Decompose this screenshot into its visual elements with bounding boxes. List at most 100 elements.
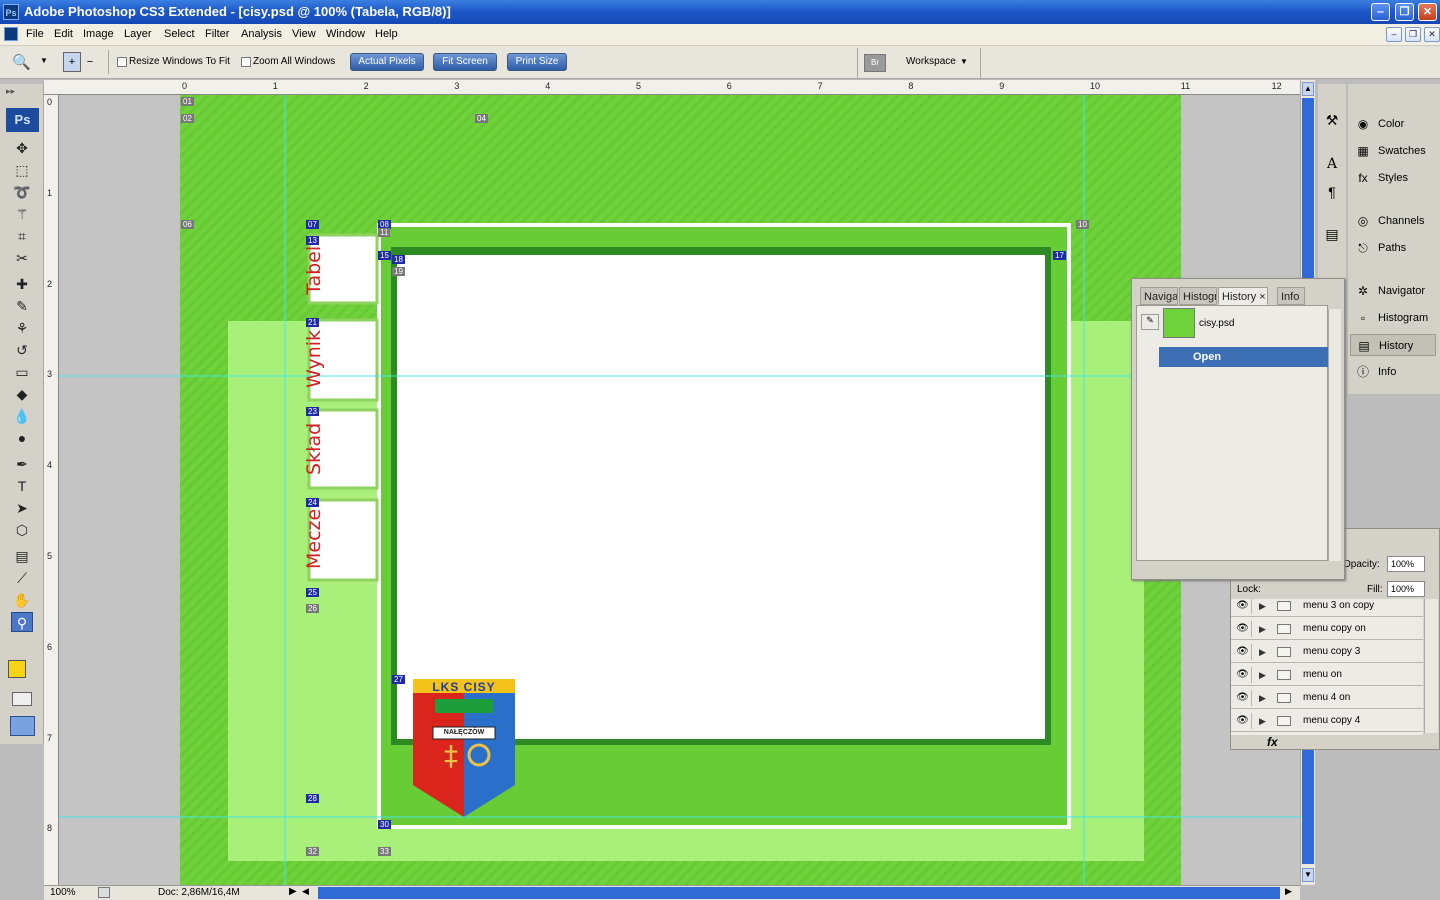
quick-mask-icon[interactable] [12, 692, 32, 706]
move-tool-icon[interactable]: ✥ [11, 138, 33, 158]
expand-triangle-icon[interactable]: ▶ [1259, 599, 1266, 617]
workspace-dropdown-icon[interactable]: ▼ [960, 57, 968, 66]
foreground-color-swatch[interactable] [8, 660, 26, 678]
tool-presets-icon[interactable]: ⚒ [1322, 112, 1342, 132]
tool-preset-dropdown-icon[interactable]: ▼ [40, 56, 48, 65]
doc-close-button[interactable]: ✕ [1424, 27, 1440, 42]
bridge-icon[interactable]: Br [864, 54, 886, 72]
dock-history[interactable]: ▤ History [1350, 334, 1436, 356]
menu-file[interactable]: File [26, 28, 44, 40]
snapshot-thumbnail[interactable] [1163, 308, 1195, 338]
restore-button[interactable]: ❐ [1395, 3, 1414, 21]
scroll-left-icon[interactable]: ◀ [302, 886, 314, 899]
dodge-tool-icon[interactable]: ● [11, 428, 33, 448]
print-size-button[interactable]: Print Size [507, 53, 567, 71]
minimize-button[interactable]: ‒ [1371, 3, 1390, 21]
character-icon[interactable]: A [1322, 156, 1342, 176]
dock-swatches[interactable]: ▦ Swatches [1350, 140, 1436, 162]
dock-channels[interactable]: ◎ Channels [1350, 210, 1436, 232]
zoom-tool-icon[interactable]: 🔍 [12, 53, 32, 71]
menu-view[interactable]: View [292, 28, 316, 40]
history-list[interactable]: ✎ cisy.psd Open [1136, 305, 1329, 561]
menu-select[interactable]: Select [164, 28, 195, 40]
layer-comps-icon[interactable]: ▤ [1322, 226, 1342, 246]
paragraph-icon[interactable]: ¶ [1322, 184, 1342, 204]
eye-icon[interactable]: 👁 [1234, 644, 1252, 660]
menu-window[interactable]: Window [326, 28, 365, 40]
menu-filter[interactable]: Filter [205, 28, 229, 40]
clone-stamp-tool-icon[interactable]: ⚘ [11, 318, 33, 338]
paint-bucket-tool-icon[interactable]: ◆ [11, 384, 33, 404]
close-button[interactable]: ✕ [1418, 3, 1437, 21]
tab-info[interactable]: Info [1277, 287, 1305, 305]
scroll-up-icon[interactable]: ▲ [1302, 82, 1314, 96]
workspace-menu[interactable]: Workspace [906, 56, 956, 67]
layer-row[interactable]: 👁 ▶ menu copy on [1231, 618, 1423, 640]
dock-styles[interactable]: fx Styles [1350, 167, 1436, 189]
brush-tool-icon[interactable]: ✎ [11, 296, 33, 316]
slice-tool-icon[interactable]: ✂ [11, 248, 33, 268]
fill-field[interactable]: 100% [1387, 581, 1425, 597]
history-scrollbar[interactable] [1328, 309, 1341, 561]
blur-tool-icon[interactable]: 💧 [11, 406, 33, 426]
menu-image[interactable]: Image [83, 28, 114, 40]
dock-paths[interactable]: ⎋ Paths [1350, 237, 1436, 259]
crop-tool-icon[interactable]: ⌗ [11, 226, 33, 246]
eraser-tool-icon[interactable]: ▭ [11, 362, 33, 382]
eye-icon[interactable]: 👁 [1234, 667, 1252, 683]
tab-histogram[interactable]: Histogr [1179, 287, 1217, 305]
ps-badge[interactable]: Ps [6, 108, 39, 132]
menu-layer[interactable]: Layer [124, 28, 152, 40]
doc-restore-button[interactable]: ❐ [1405, 27, 1421, 42]
horizontal-scroll-thumb[interactable] [318, 887, 1280, 899]
tab-navigator[interactable]: Naviga [1140, 287, 1178, 305]
scroll-down-icon[interactable]: ▼ [1302, 868, 1314, 882]
expand-triangle-icon[interactable]: ▶ [1259, 641, 1266, 663]
expand-triangle-icon[interactable]: ▶ [1259, 664, 1266, 686]
layer-row[interactable]: 👁 ▶ menu copy 4 [1231, 710, 1423, 732]
snapshot-brush-icon[interactable]: ✎ [1141, 314, 1159, 330]
dock-navigator[interactable]: ✲ Navigator [1350, 280, 1436, 302]
status-preview-icon[interactable] [98, 887, 110, 898]
doc-icon[interactable] [4, 27, 18, 41]
eye-icon[interactable]: 👁 [1234, 599, 1252, 614]
eyedropper-tool-icon[interactable]: ⟋ [11, 568, 33, 588]
menu-analysis[interactable]: Analysis [241, 28, 282, 40]
layer-row[interactable]: 👁 ▶ menu copy 3 [1231, 641, 1423, 663]
layer-list[interactable]: 👁 ▶ menu 3 on copy 👁 ▶ menu copy on 👁 ▶ menu cop… [1231, 599, 1423, 735]
shape-tool-icon[interactable]: ⬡ [11, 520, 33, 540]
menu-help[interactable]: Help [375, 28, 398, 40]
zoom-tool-icon[interactable]: ⚲ [11, 612, 33, 632]
expand-triangle-icon[interactable]: ▶ [1259, 687, 1266, 709]
document-canvas[interactable]: ‡ [59, 95, 1300, 885]
layer-row[interactable]: 👁 ▶ menu on [1231, 664, 1423, 686]
path-select-tool-icon[interactable]: ➤ [11, 498, 33, 518]
pen-tool-icon[interactable]: ✒ [11, 454, 33, 474]
eye-icon[interactable]: 👁 [1234, 690, 1252, 706]
notes-tool-icon[interactable]: ▤ [11, 546, 33, 566]
fit-screen-button[interactable]: Fit Screen [433, 53, 497, 71]
dock-histogram[interactable]: ▫ Histogram [1350, 307, 1436, 329]
actual-pixels-button[interactable]: Actual Pixels [350, 53, 424, 71]
type-tool-icon[interactable]: T [11, 476, 33, 496]
magic-wand-tool-icon[interactable]: ⚚ [11, 204, 33, 224]
menu-edit[interactable]: Edit [54, 28, 73, 40]
eye-icon[interactable]: 👁 [1234, 713, 1252, 729]
resize-windows-checkbox[interactable] [117, 57, 127, 67]
zoom-in-icon[interactable]: + [63, 52, 81, 72]
expand-triangle-icon[interactable]: ▶ [1259, 710, 1266, 732]
screen-mode-icon[interactable] [10, 716, 35, 736]
history-brush-tool-icon[interactable]: ↺ [11, 340, 33, 360]
eye-icon[interactable]: 👁 [1234, 621, 1252, 637]
opacity-field[interactable]: 100% [1387, 556, 1425, 572]
layer-row[interactable]: 👁 ▶ menu 3 on copy [1231, 599, 1423, 617]
status-menu-arrow-icon[interactable]: ▶ [289, 886, 297, 897]
dock-color[interactable]: ◉ Color [1350, 113, 1436, 135]
snapshot-name[interactable]: cisy.psd [1199, 318, 1234, 329]
hand-tool-icon[interactable]: ✋ [11, 590, 33, 610]
healing-tool-icon[interactable]: ✚ [11, 274, 33, 294]
zoom-out-icon[interactable]: − [82, 52, 98, 72]
doc-minimize-button[interactable]: ‒ [1386, 27, 1402, 42]
tab-history[interactable]: History × [1218, 287, 1268, 305]
dock-info[interactable]: ⓘ Info [1350, 361, 1436, 383]
